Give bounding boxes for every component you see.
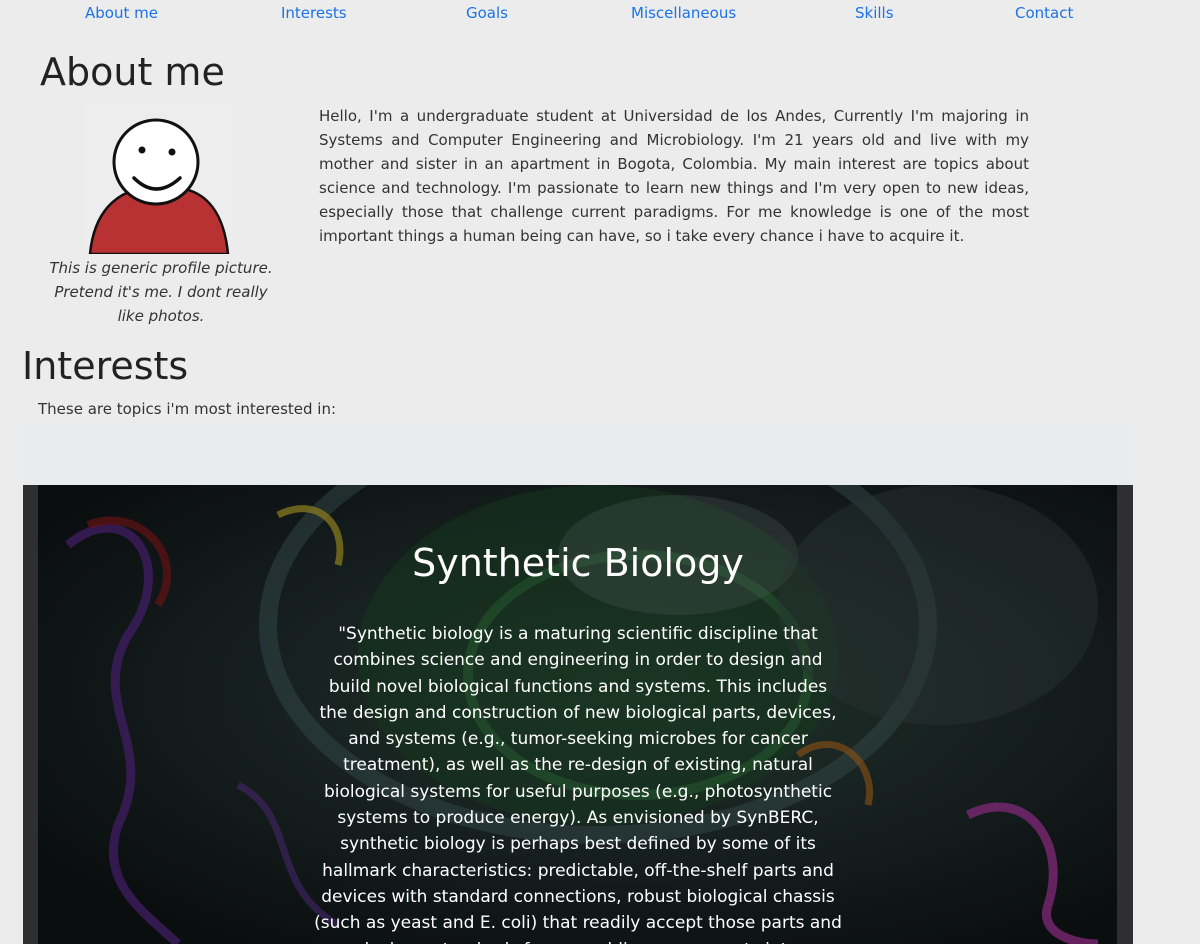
interests-subtitle: These are topics i'm most interested in: bbox=[38, 400, 337, 418]
carousel-indicators-area bbox=[23, 421, 1133, 485]
profile-doodle-icon bbox=[86, 104, 236, 256]
nav-about-link[interactable]: About me bbox=[85, 4, 158, 22]
slide-text: "Synthetic biology is a maturing scienti… bbox=[314, 624, 842, 944]
profile-picture bbox=[86, 104, 236, 256]
nav-goals-link[interactable]: Goals bbox=[466, 4, 508, 22]
nav-skills-link[interactable]: Skills bbox=[855, 4, 894, 22]
slide-title: Synthetic Biology bbox=[412, 541, 744, 585]
interests-heading: Interests bbox=[22, 344, 189, 388]
about-heading: About me bbox=[40, 50, 225, 94]
nav-misc-link[interactable]: Miscellaneous bbox=[631, 4, 736, 22]
about-paragraph: Hello, I'm a undergraduate student at Un… bbox=[319, 107, 1029, 245]
profile-caption: This is generic profile picture. Pretend… bbox=[49, 259, 273, 325]
interests-carousel[interactable]: Synthetic Biology "Synthetic biology is … bbox=[23, 485, 1133, 944]
nav-interests-link[interactable]: Interests bbox=[281, 4, 347, 22]
nav-contact-link[interactable]: Contact bbox=[1015, 4, 1073, 22]
